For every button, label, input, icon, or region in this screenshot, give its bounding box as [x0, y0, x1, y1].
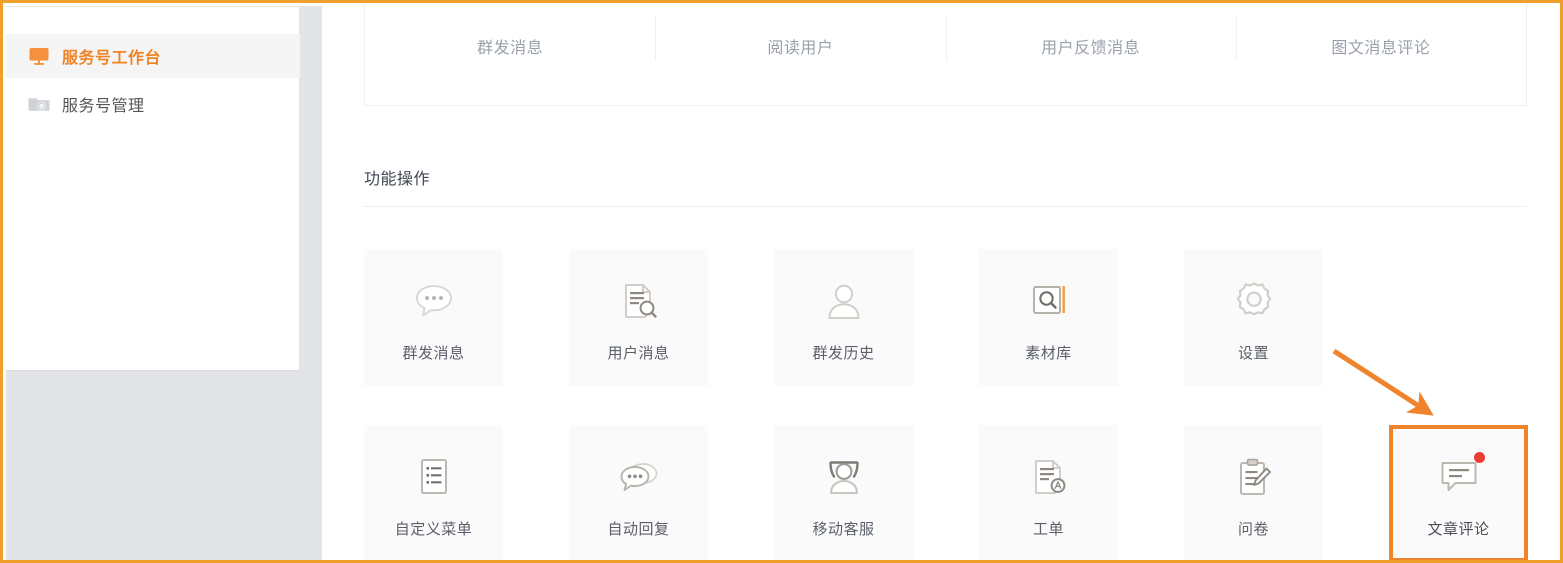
tile-label: 自动回复 — [607, 521, 670, 538]
tab-reading-users[interactable]: 阅读用户 — [655, 3, 945, 105]
tile-label: 设置 — [1237, 345, 1269, 362]
tile-label: 群发消息 — [402, 345, 465, 362]
tile-mobile-customer-service[interactable]: 移动客服 — [774, 425, 913, 560]
tab-mass-messages[interactable]: 群发消息 — [365, 3, 655, 105]
stats-tab-bar: 群发消息 阅读用户 用户反馈消息 图文消息评论 — [364, 3, 1527, 106]
tab-label: 群发消息 — [477, 40, 544, 57]
tab-label: 用户反馈消息 — [1041, 40, 1141, 57]
sidebar-lower-background — [6, 371, 300, 560]
document-badge-icon — [1025, 453, 1073, 501]
tile-mass-messages[interactable]: 群发消息 — [364, 249, 503, 386]
tile-row: 自定义菜单 自动回复 移动客服 工单 问卷 文章评论 — [364, 425, 1544, 560]
sidebar: 服务号工作台 服务号管理 — [6, 6, 300, 371]
monitor-icon — [28, 45, 50, 67]
folder-search-icon — [1025, 277, 1073, 325]
content-gutter — [300, 6, 321, 560]
sidebar-item-label: 服务号工作台 — [62, 50, 162, 67]
notification-badge-dot — [1473, 452, 1485, 463]
headset-agent-icon — [820, 453, 868, 501]
tab-article-comments[interactable]: 图文消息评论 — [1235, 3, 1526, 105]
section-title: 功能操作 — [364, 171, 431, 188]
user-person-icon — [820, 277, 868, 325]
sidebar-item-workbench[interactable]: 服务号工作台 — [6, 34, 300, 78]
double-chat-bubble-icon — [615, 453, 663, 501]
main-content: 群发消息 阅读用户 用户反馈消息 图文消息评论 功能操作 群发消息 用户消息 群… — [322, 3, 1560, 560]
folder-gear-icon — [28, 93, 50, 115]
tab-user-feedback[interactable]: 用户反馈消息 — [945, 3, 1236, 105]
chat-bubble-dots-icon — [410, 277, 458, 325]
list-document-icon — [410, 453, 458, 501]
tile-label: 自定义菜单 — [394, 521, 473, 538]
sidebar-item-management[interactable]: 服务号管理 — [6, 82, 300, 126]
tab-label: 阅读用户 — [767, 40, 834, 57]
tile-article-comments[interactable]: 文章评论 — [1389, 425, 1528, 560]
tab-label: 图文消息评论 — [1331, 40, 1431, 57]
clipboard-pencil-icon — [1230, 453, 1278, 501]
tile-auto-reply[interactable]: 自动回复 — [569, 425, 708, 560]
tile-settings[interactable]: 设置 — [1184, 249, 1323, 386]
tile-label: 工单 — [1032, 521, 1064, 538]
tile-label: 素材库 — [1025, 345, 1072, 362]
tile-label: 问卷 — [1237, 521, 1269, 538]
tile-custom-menu[interactable]: 自定义菜单 — [364, 425, 503, 560]
tile-label: 移动客服 — [812, 521, 875, 538]
tile-label: 文章评论 — [1427, 521, 1490, 538]
sidebar-item-label: 服务号管理 — [62, 98, 145, 115]
section-divider — [364, 206, 1527, 207]
tile-questionnaire[interactable]: 问卷 — [1184, 425, 1323, 560]
tile-row: 群发消息 用户消息 群发历史 素材库 设置 — [364, 249, 1544, 386]
tile-user-messages[interactable]: 用户消息 — [569, 249, 708, 386]
gear-icon — [1230, 277, 1278, 325]
comment-box-icon — [1435, 452, 1485, 501]
app-window: 服务号工作台 服务号管理 群发消息 阅读用户 用户反馈消息 图文消息评论 功能操… — [0, 0, 1563, 563]
tile-material-library[interactable]: 素材库 — [979, 249, 1118, 386]
tile-work-order[interactable]: 工单 — [979, 425, 1118, 560]
function-tile-grid: 群发消息 用户消息 群发历史 素材库 设置 自定义菜单 自动回复 移动客服 工单… — [364, 249, 1544, 560]
tile-label: 群发历史 — [812, 345, 875, 362]
tile-label: 用户消息 — [607, 345, 670, 362]
tile-mass-history[interactable]: 群发历史 — [774, 249, 913, 386]
sidebar-top-divider — [6, 6, 300, 7]
document-search-icon — [615, 277, 663, 325]
